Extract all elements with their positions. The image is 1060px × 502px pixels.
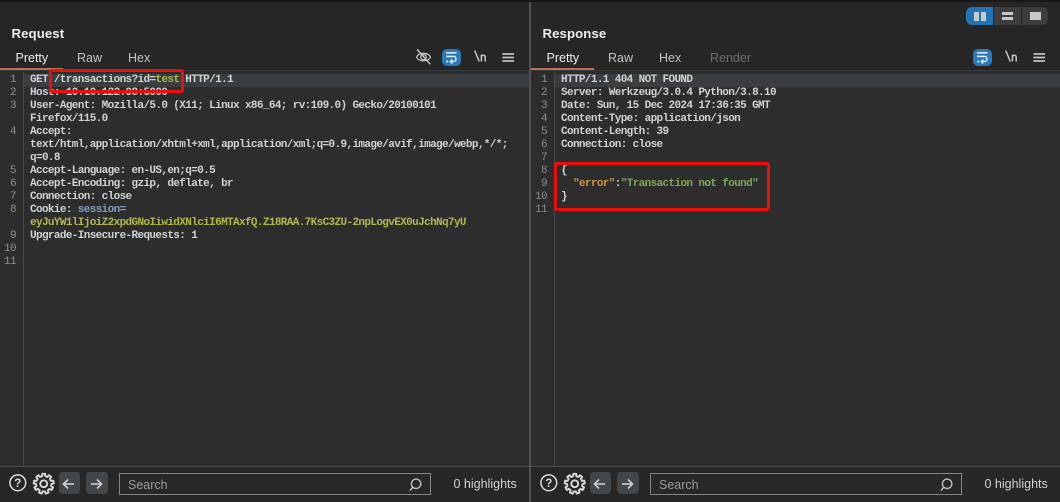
- svg-text:?: ?: [14, 478, 21, 490]
- svg-text:?: ?: [545, 478, 552, 490]
